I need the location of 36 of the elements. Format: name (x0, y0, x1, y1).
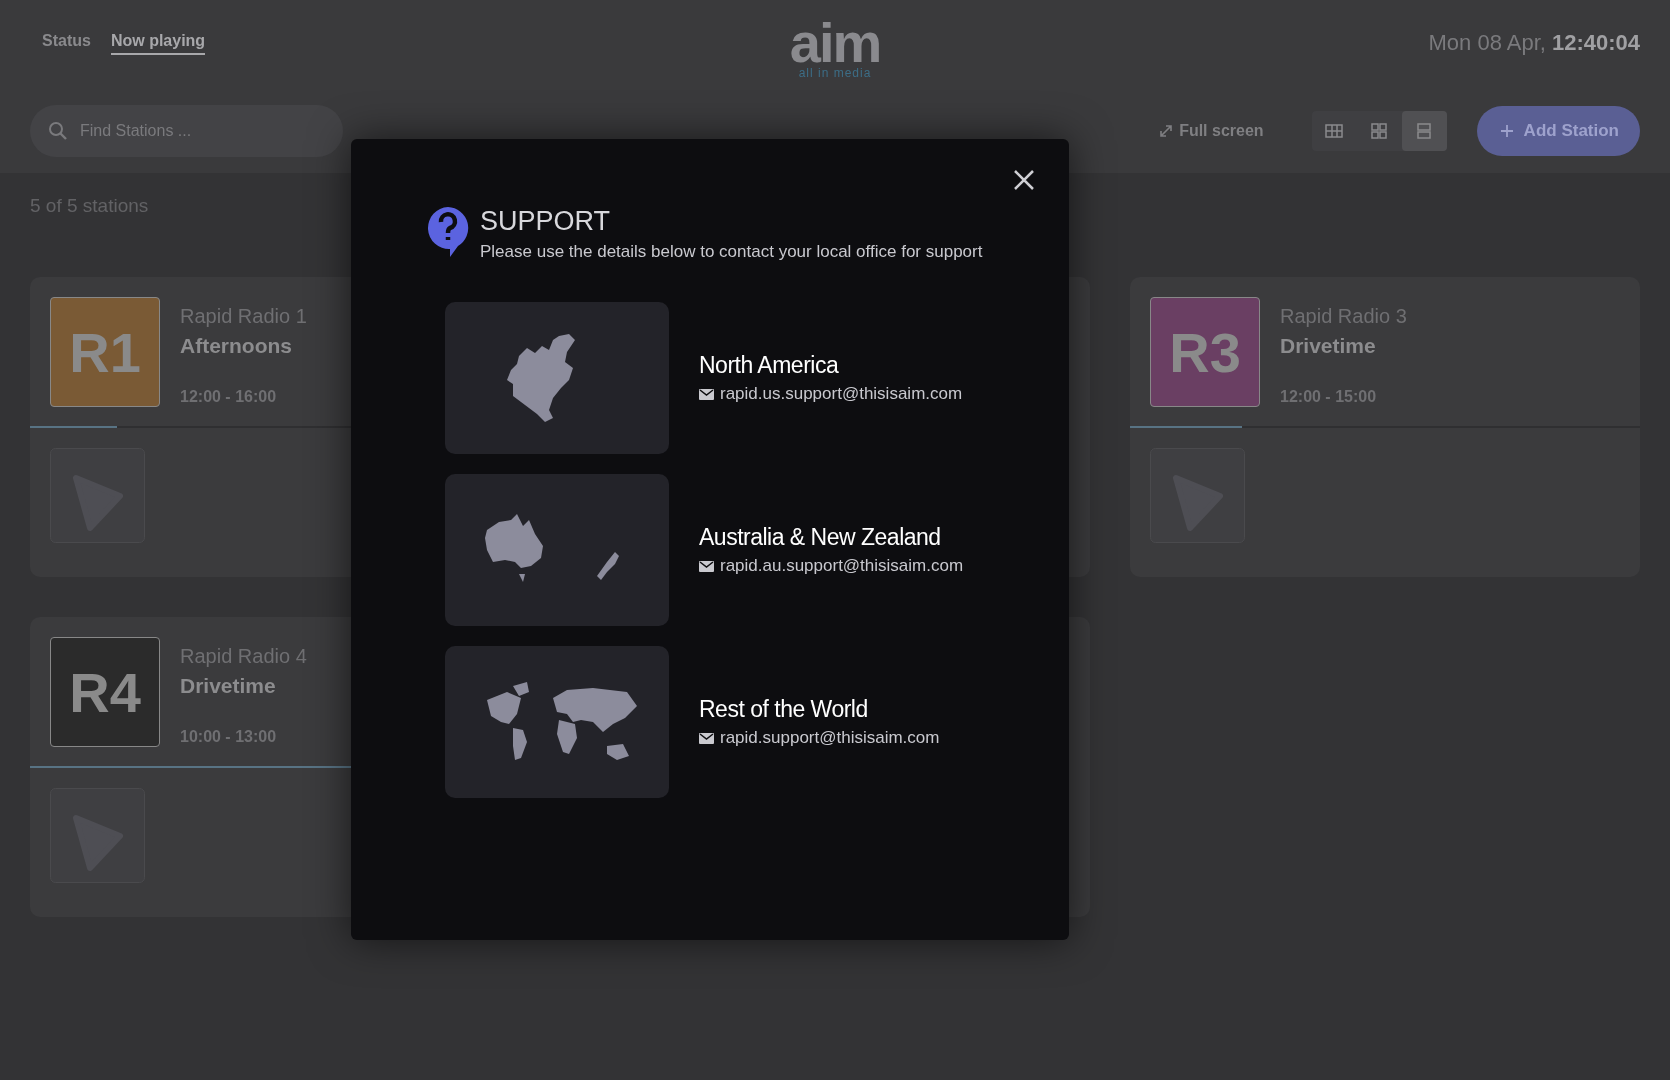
grid-view-icon (1370, 123, 1389, 139)
play-icon (50, 448, 145, 543)
table-view-icon (1325, 123, 1344, 139)
help-icon (426, 206, 470, 258)
mail-icon (699, 560, 714, 572)
rows-view-icon (1415, 123, 1434, 139)
email-link[interactable]: rapid.us.support@thisisaim.com (720, 384, 963, 404)
view-toggle[interactable] (1401, 111, 1447, 151)
search-icon (48, 121, 68, 141)
show-title: Drivetime (180, 674, 277, 698)
add-station-button[interactable]: Add Station (1476, 106, 1640, 156)
region-name: Rest of the World (699, 696, 869, 723)
expand-icon (1159, 124, 1174, 138)
region-name: North America (699, 352, 840, 379)
play-icon (1150, 448, 1245, 543)
clock-time: 12:40:04 (1551, 30, 1640, 56)
mail-icon (699, 732, 714, 744)
station-logo: R3 (1150, 297, 1260, 407)
logo-wordmark: aim (789, 19, 881, 66)
email-link[interactable]: rapid.support@thisisaim.com (720, 728, 940, 748)
show-title: Afternoons (180, 334, 293, 358)
mail-icon (699, 388, 714, 400)
nav-tab[interactable]: Status (42, 32, 91, 55)
station-logo: R1 (50, 297, 160, 407)
station-logo: R4 (50, 637, 160, 747)
dialog-title: SUPPORT (480, 206, 612, 236)
date-text: Mon 08 Apr, (1428, 30, 1546, 56)
logo-tagline: all in media (798, 65, 872, 80)
nav-tab[interactable]: Now playing (110, 32, 206, 55)
play-icon (50, 788, 145, 883)
email-link[interactable]: rapid.au.support@thisisaim.com (720, 556, 964, 576)
plus-icon (1499, 124, 1514, 138)
fullscreen-button[interactable]: Full screen (1153, 121, 1270, 141)
region-name: Australia & New Zealand (699, 524, 942, 551)
show-title: Drivetime (1280, 334, 1377, 358)
dialog-subtitle: Please use the details below to contact your local office for support (480, 242, 983, 262)
